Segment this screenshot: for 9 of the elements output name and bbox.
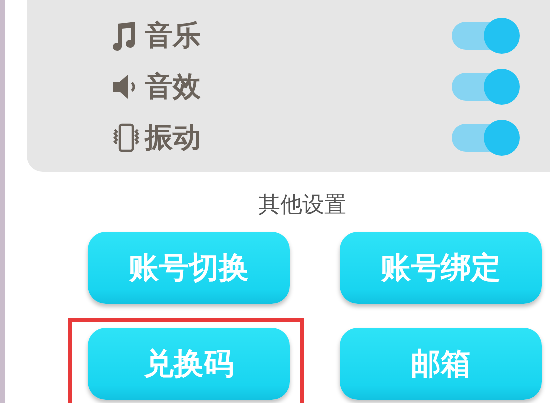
menu-button[interactable]: 邮箱	[340, 328, 542, 400]
menu-button[interactable]: 账号绑定	[340, 232, 542, 304]
setting-label: 音乐	[145, 18, 202, 54]
section-heading: 其他设置	[258, 192, 348, 220]
setting-label: 音效	[145, 68, 202, 104]
menu-button[interactable]: 兑换码	[88, 328, 290, 400]
setting-label: 振动	[145, 120, 202, 156]
music-note-icon	[111, 20, 137, 50]
menu-button[interactable]: 账号切换	[88, 232, 290, 304]
